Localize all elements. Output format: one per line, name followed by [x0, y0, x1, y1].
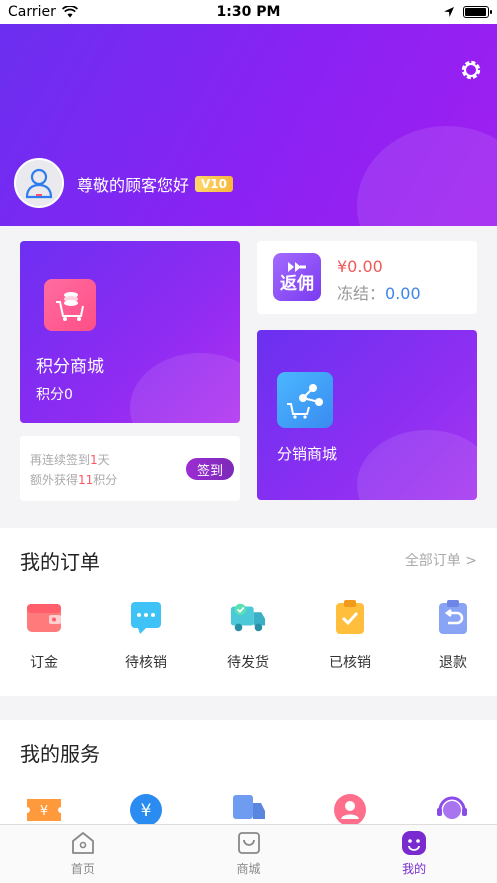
- checkin-streak-prefix: 再连续签到: [30, 453, 91, 467]
- rebate-frozen-label: 冻结：: [337, 284, 386, 303]
- location-arrow-icon: [443, 7, 454, 17]
- order-refund[interactable]: 退款: [418, 598, 488, 672]
- tab-label: 首页: [70, 862, 95, 876]
- checkin-streak-days: 1: [90, 453, 98, 467]
- checkin-bonus-prefix: 额外获得: [30, 473, 79, 487]
- checkin-bonus-points: 11: [78, 473, 94, 487]
- rebate-amount: ¥0.00: [337, 257, 383, 276]
- checkin-streak-suffix: 天: [97, 453, 110, 467]
- avatar[interactable]: [14, 158, 64, 208]
- return-icon: [434, 598, 472, 636]
- order-label: 已核销: [329, 655, 371, 671]
- rebate-frozen-value: 0.00: [385, 284, 421, 303]
- services-title: 我的服务: [20, 742, 100, 766]
- order-verified[interactable]: 已核销: [315, 598, 385, 672]
- greeting-text: 尊敬的顾客您好: [77, 176, 190, 195]
- rebate-icon: 返佣: [273, 253, 321, 301]
- tab-mine[interactable]: 我的: [331, 825, 497, 883]
- clock: 1:30 PM: [216, 4, 281, 20]
- rebate-icon-label: 返佣: [280, 274, 314, 294]
- svg-text:¥: ¥: [40, 804, 48, 819]
- rebate-card[interactable]: 返佣 ¥0.00 冻结：0.00: [257, 241, 477, 314]
- forward-arrow-icon: [288, 262, 306, 272]
- distribution-mall-card[interactable]: 分销商城: [257, 330, 477, 500]
- wifi-icon: [61, 6, 78, 18]
- orders-section: 我的订单 全部订单 > 订金 待核销 待发货 已核销 退款: [0, 528, 497, 696]
- message-icon: [127, 598, 165, 636]
- orders-title: 我的订单: [20, 550, 100, 574]
- status-bar: Carrier 1:30 PM: [0, 0, 497, 24]
- battery-level: [464, 8, 486, 16]
- svg-text:¥: ¥: [141, 801, 152, 821]
- checkin-bonus-suffix: 积分: [93, 473, 118, 487]
- tab-mall[interactable]: 商城: [166, 825, 332, 883]
- all-orders-link[interactable]: 全部订单 >: [405, 550, 477, 570]
- card-decoration: [130, 353, 240, 423]
- user-circle-icon[interactable]: [330, 790, 370, 825]
- shopping-bag-icon: [235, 829, 263, 857]
- coupon-icon[interactable]: ¥: [24, 790, 64, 825]
- clipboard-check-icon: [331, 598, 369, 636]
- checkin-streak-text: 再连续签到1天: [30, 451, 110, 468]
- points-balance: 积分0: [36, 387, 73, 403]
- tab-home[interactable]: 首页: [0, 825, 166, 883]
- share-cart-icon: [277, 372, 333, 428]
- profile-header: 尊敬的顾客您好 V10: [0, 24, 497, 226]
- order-pending-ship[interactable]: 待发货: [213, 598, 283, 672]
- distribution-mall-title: 分销商城: [277, 445, 338, 463]
- points-mall-title: 积分商城: [36, 357, 104, 377]
- checkin-card: 再连续签到1天 额外获得11积分 签到: [20, 436, 240, 501]
- order-pending-verify[interactable]: 待核销: [111, 598, 181, 672]
- tab-bar: 首页 商城 我的: [0, 824, 497, 883]
- settings-gear-icon[interactable]: [459, 58, 483, 82]
- order-label: 待核销: [125, 655, 167, 671]
- points-cart-icon: [44, 279, 96, 331]
- order-deposit[interactable]: 订金: [9, 598, 79, 672]
- home-icon: [69, 829, 97, 857]
- rebate-frozen: 冻结：0.00: [337, 280, 421, 304]
- yuan-coin-icon[interactable]: ¥: [126, 790, 166, 825]
- support-agent-icon[interactable]: [432, 790, 472, 825]
- order-label: 待发货: [227, 655, 269, 671]
- battery-icon: [462, 6, 492, 18]
- services-section: 我的服务 ¥ ¥: [0, 720, 497, 825]
- order-label: 订金: [30, 655, 58, 671]
- points-mall-card[interactable]: 积分商城 积分0: [20, 241, 240, 423]
- carrier-label: Carrier: [8, 4, 56, 20]
- card-decoration: [357, 430, 477, 500]
- tab-label: 我的: [402, 862, 427, 876]
- order-label: 退款: [439, 655, 467, 671]
- user-silhouette-icon: [25, 168, 53, 199]
- greeting: 尊敬的顾客您好 V10: [77, 172, 234, 196]
- vip-badge: V10: [195, 176, 234, 192]
- delivery-icon[interactable]: [228, 790, 268, 825]
- checkin-button[interactable]: 签到: [186, 458, 234, 480]
- checkin-bonus-text: 额外获得11积分: [30, 471, 117, 488]
- header-decoration: [357, 126, 497, 226]
- truck-icon: [229, 598, 267, 636]
- tab-label: 商城: [236, 862, 261, 876]
- profile-face-icon: [400, 829, 428, 857]
- wallet-icon: [25, 598, 63, 636]
